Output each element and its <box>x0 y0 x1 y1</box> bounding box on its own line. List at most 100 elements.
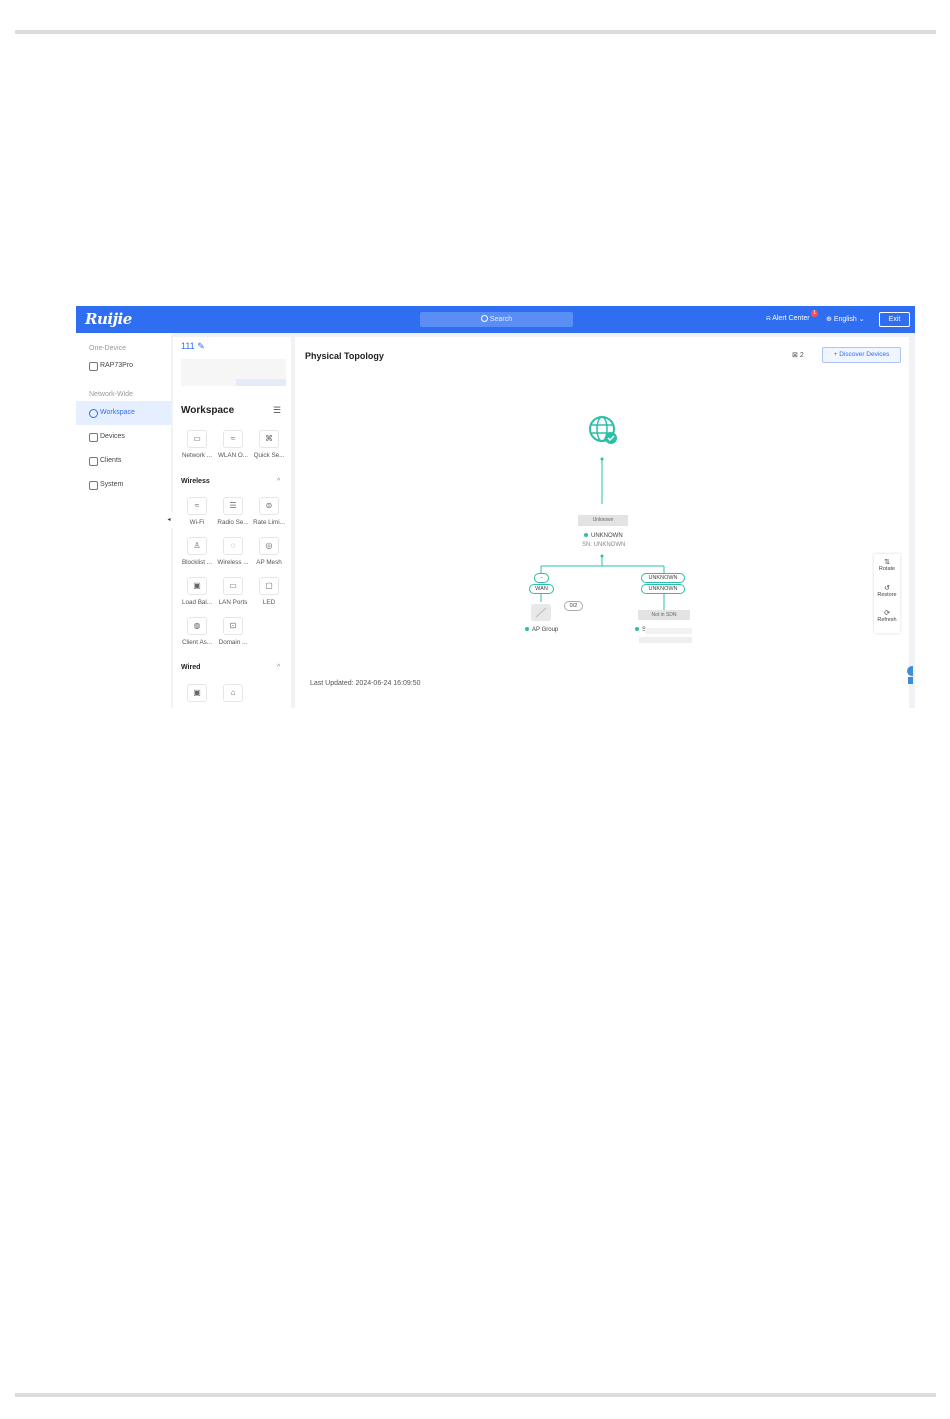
nav-item-system[interactable]: System <box>76 473 171 497</box>
refresh-button[interactable]: ⟳ Refresh <box>874 609 900 623</box>
workspace-panel: 111 ✎ Workspace ☰ ▭ Network ... ≈ WLAN O..… <box>173 337 291 708</box>
tile-led[interactable]: ▢ LED <box>251 577 287 606</box>
alert-center-label: Alert Center <box>772 315 810 322</box>
tile-blocklist[interactable]: ♙ Blocklist ... <box>179 537 215 566</box>
tile-label: Rate Limi... <box>253 519 285 526</box>
tile-wired-2[interactable]: ⌂ <box>215 684 251 702</box>
collapse-sidebar-button[interactable]: ◂ <box>165 512 173 528</box>
wired-group-title: Wired <box>181 664 201 671</box>
wan-port-label: WAN <box>529 584 554 594</box>
ap-group-text: AP Group <box>532 627 559 633</box>
tile-client-association[interactable]: ◍ Client As... <box>179 617 215 646</box>
balance-icon: ▣ <box>187 577 207 595</box>
nav-item-label: System <box>100 481 124 488</box>
tile-label: LAN Ports <box>218 599 248 606</box>
nav-item-label: Devices <box>100 433 125 440</box>
chevron-down-icon: ⌄ <box>858 316 865 323</box>
gateway-sn: SN: UNKNOWN <box>582 542 626 548</box>
tile-rate-limit[interactable]: ⊜ Rate Limi... <box>251 497 287 526</box>
restore-icon: ↺ <box>884 585 890 592</box>
search-box[interactable]: Search <box>420 312 573 327</box>
top-bar: Ruijie Search ⍾ Alert Center 1 ⊕ English… <box>76 306 915 333</box>
tile-label: Network ... <box>181 452 213 459</box>
nav-item-devices[interactable]: Devices <box>76 425 171 449</box>
clients-icon <box>89 457 98 466</box>
tile-label: Blocklist ... <box>181 559 213 566</box>
tile-label: Client As... <box>181 639 213 646</box>
wifi-icon: ≈ <box>187 497 207 515</box>
nav-item-device[interactable]: RAP73Pro <box>76 354 171 378</box>
led-icon: ▢ <box>259 577 279 595</box>
network-wide-title: Network-Wide <box>89 391 133 398</box>
network-name[interactable]: 111 ✎ <box>181 341 205 352</box>
tile-label: Quick Se... <box>253 452 285 459</box>
chevron-up-icon[interactable]: ^ <box>277 478 280 485</box>
tile-load-balance[interactable]: ▣ Load Bal... <box>179 577 215 606</box>
nav-item-workspace[interactable]: Workspace <box>76 401 171 425</box>
tile-label: Load Bal... <box>181 599 213 606</box>
tile-label: LED <box>262 599 276 606</box>
tile-lan-ports[interactable]: ▭ LAN Ports <box>215 577 251 606</box>
language-label: English <box>833 316 857 323</box>
chevron-up-icon[interactable]: ^ <box>277 664 280 671</box>
restore-button[interactable]: ↺ Restore <box>874 584 900 598</box>
rotate-button[interactable]: ⇅ Rotate <box>874 558 900 572</box>
device-name: RAP73Pro <box>100 362 134 369</box>
network-name-text: 111 <box>181 341 195 351</box>
home-icon <box>89 362 98 371</box>
tile-label: WLAN O... <box>217 452 249 459</box>
internet-globe-icon <box>589 416 617 444</box>
exit-button[interactable]: Exit <box>879 312 910 327</box>
tile-ap-mesh[interactable]: ◎ AP Mesh <box>251 537 287 566</box>
shield-icon: ◌ <box>223 537 243 555</box>
nav-item-label: Workspace <box>100 409 135 416</box>
tile-label: Domain ... <box>218 639 248 646</box>
network-info-bar <box>236 379 286 386</box>
not-in-sdn-box[interactable]: Not in SDN <box>638 610 690 620</box>
page-top-rule <box>15 30 936 34</box>
assistant-icon[interactable] <box>903 665 913 685</box>
tile-wireless-security[interactable]: ◌ Wireless ... <box>215 537 251 566</box>
port-label: UNKNOWN <box>641 584 685 594</box>
ap-group-label[interactable]: AP Group <box>525 627 558 633</box>
network-icon: ▭ <box>187 430 207 448</box>
tile-label: AP Mesh <box>256 559 282 566</box>
tile-quick-setup[interactable]: ⌘ Quick Se... <box>251 430 287 459</box>
rotate-label: Rotate <box>878 566 896 572</box>
devices-icon <box>89 433 98 442</box>
tile-network[interactable]: ▭ Network ... <box>179 430 215 459</box>
page-bottom-rule <box>15 1393 936 1397</box>
gateway-name[interactable]: UNKNOWN <box>584 533 623 539</box>
client-icon: ◍ <box>187 617 207 635</box>
system-icon <box>89 481 98 490</box>
refresh-label: Refresh <box>877 617 897 623</box>
gateway-name-text: UNKNOWN <box>591 533 623 539</box>
topology-icon: ⌘ <box>259 430 279 448</box>
wifi-icon: ≈ <box>223 430 243 448</box>
tile-label: Radio Se... <box>217 519 249 526</box>
search-icon <box>480 315 488 322</box>
topology-toolbar: ⇅ Rotate ↺ Restore ⟳ Refresh <box>874 554 900 633</box>
search-label: Search <box>489 316 513 323</box>
tile-wired-1[interactable]: ▣ <box>179 684 215 702</box>
mesh-icon: ◎ <box>259 537 279 555</box>
sliders-icon: ☰ <box>223 497 243 515</box>
tile-wlan[interactable]: ≈ WLAN O... <box>215 430 251 459</box>
domain-icon: ⊡ <box>223 617 243 635</box>
tile-radio[interactable]: ☰ Radio Se... <box>215 497 251 526</box>
gateway-device-box[interactable]: Unknown <box>578 515 628 526</box>
workspace-icon <box>89 409 98 418</box>
alert-center-button[interactable]: ⍾ Alert Center 1 <box>766 310 818 323</box>
one-device-title: One-Device <box>89 345 126 352</box>
tile-wifi[interactable]: ≈ Wi-Fi <box>179 497 215 526</box>
port-label: - <box>534 573 549 583</box>
last-updated: Last Updated: 2024-06-24 16:09:50 <box>310 680 421 687</box>
nav-item-label: Clients <box>100 457 122 464</box>
wired-icon: ▣ <box>187 684 207 702</box>
language-selector[interactable]: ⊕ English ⌄ <box>826 315 865 323</box>
tile-domain[interactable]: ⊡ Domain ... <box>215 617 251 646</box>
nav-item-clients[interactable]: Clients <box>76 449 171 473</box>
tile-label: Wi-Fi <box>189 519 205 526</box>
list-icon[interactable]: ☰ <box>273 405 281 416</box>
restore-label: Restore <box>877 592 897 598</box>
